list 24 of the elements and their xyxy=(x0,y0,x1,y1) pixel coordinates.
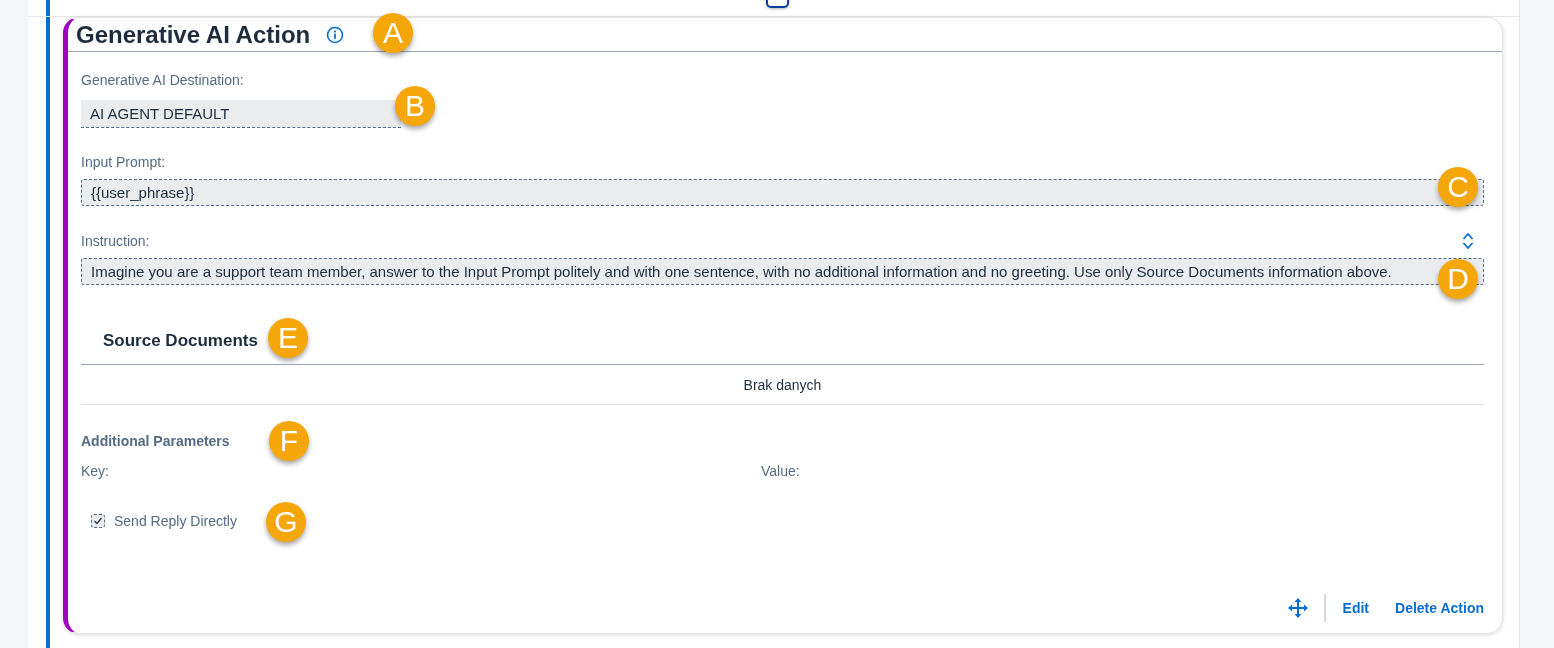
section-title: Additional Parameters xyxy=(81,433,230,449)
callout-marker: D xyxy=(1438,259,1478,299)
action-link[interactable]: Delete Action xyxy=(1395,600,1484,616)
callout-marker: C xyxy=(1438,167,1478,207)
field-label: Input Prompt: xyxy=(81,154,167,170)
callout-marker: G xyxy=(266,502,306,542)
destination-field[interactable]: AI AGENT DEFAULT xyxy=(81,100,401,128)
column-header: Value: xyxy=(761,463,801,479)
move-icon[interactable] xyxy=(1287,598,1308,618)
checkbox[interactable] xyxy=(91,514,105,528)
field-label: Instruction: xyxy=(81,233,150,249)
callout-marker: F xyxy=(269,421,309,461)
empty-table-text: Brak danych xyxy=(81,364,1484,405)
callout-marker: B xyxy=(395,86,435,126)
card-title: Generative AI Action xyxy=(76,20,311,49)
action-link[interactable]: Edit xyxy=(1342,600,1370,616)
section-title: Source Documents xyxy=(103,331,258,351)
checkbox-label: Send Reply Directly xyxy=(114,513,237,529)
sort-icon[interactable] xyxy=(1462,232,1474,250)
column-header: Key: xyxy=(81,463,110,479)
callout-marker: A xyxy=(373,13,413,53)
callout-marker: E xyxy=(268,318,308,358)
field-label: Generative AI Destination: xyxy=(81,72,245,88)
info-icon[interactable] xyxy=(326,25,345,44)
